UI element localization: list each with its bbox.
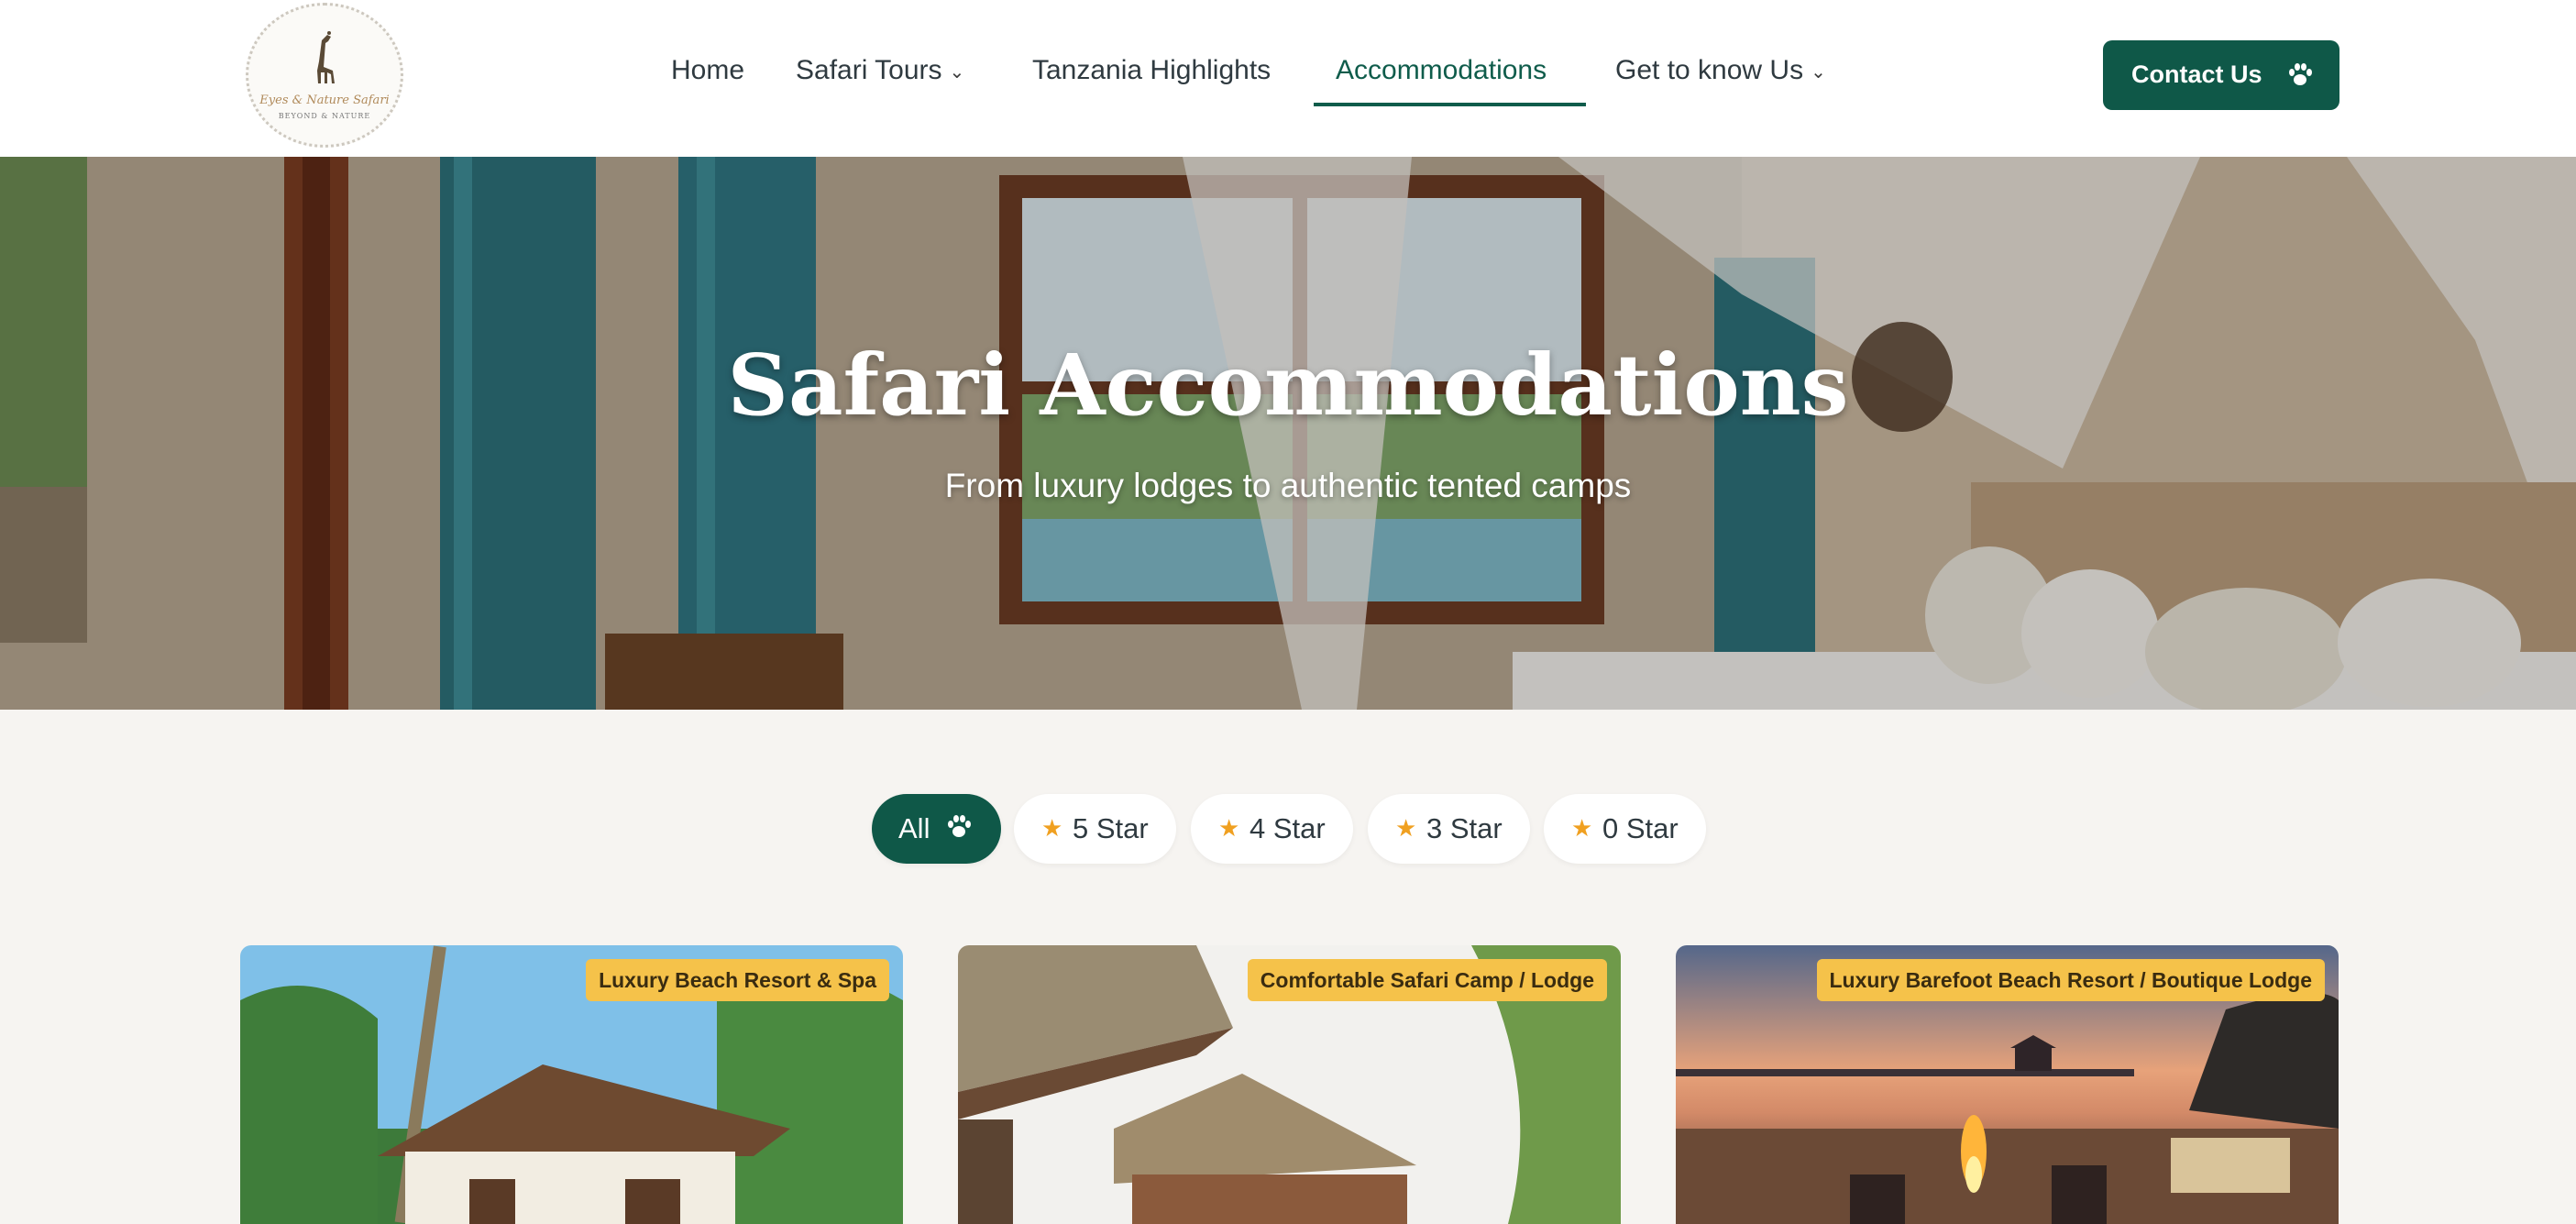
star-icon: ★ <box>1571 814 1593 842</box>
nav-home[interactable]: Home <box>671 55 744 86</box>
logo-tagline: BEYOND & NATURE <box>278 112 371 120</box>
chevron-down-icon: ⌄ <box>949 61 965 83</box>
filter-0-star-label: 0 Star <box>1602 812 1679 844</box>
site-header: Eyes & Nature Safari BEYOND & NATURE Hom… <box>0 0 2576 157</box>
filter-5-star-label: 5 Star <box>1073 812 1149 844</box>
nav-safari-tours[interactable]: Safari Tours ⌄ <box>796 55 964 86</box>
accommodation-card[interactable]: Luxury Beach Resort & Spa <box>240 945 903 1224</box>
filter-all-label: All <box>898 812 930 844</box>
nav-get-to-know-us[interactable]: Get to know Us ⌄ <box>1615 55 1826 86</box>
nav-tanzania-highlights[interactable]: Tanzania Highlights <box>1032 55 1271 86</box>
accommodation-type-badge: Luxury Barefoot Beach Resort / Boutique … <box>1816 959 2325 1001</box>
filter-5-star[interactable]: ★ 5 Star <box>1014 794 1176 864</box>
paw-icon <box>948 815 971 837</box>
nav-safari-tours-label: Safari Tours <box>796 55 942 85</box>
star-icon: ★ <box>1395 814 1417 842</box>
hero-banner: Safari Accommodations From luxury lodges… <box>0 157 2576 710</box>
nav-tanzania-highlights-label: Tanzania Highlights <box>1032 55 1271 85</box>
filter-0-star[interactable]: ★ 0 Star <box>1544 794 1706 864</box>
filter-3-star[interactable]: ★ 3 Star <box>1368 794 1530 864</box>
site-logo[interactable]: Eyes & Nature Safari BEYOND & NATURE <box>246 3 403 148</box>
paw-icon <box>2289 63 2312 85</box>
contact-us-button[interactable]: Contact Us <box>2103 40 2339 110</box>
filter-4-star[interactable]: ★ 4 Star <box>1191 794 1353 864</box>
accommodation-type-badge: Luxury Beach Resort & Spa <box>586 959 889 1001</box>
page-subtitle: From luxury lodges to authentic tented c… <box>944 467 1632 504</box>
accommodation-card[interactable]: Comfortable Safari Camp / Lodge <box>958 945 1621 1224</box>
giraffe-icon <box>317 31 335 83</box>
nav-accommodations[interactable]: Accommodations <box>1336 55 1547 86</box>
nav-accommodations-label: Accommodations <box>1336 55 1547 85</box>
filter-4-star-label: 4 Star <box>1249 812 1326 844</box>
page-title: Safari Accommodations <box>727 336 1849 435</box>
filter-all[interactable]: All <box>872 794 1001 864</box>
nav-get-to-know-us-label: Get to know Us <box>1615 55 1804 85</box>
accommodation-type-badge: Comfortable Safari Camp / Lodge <box>1247 959 1607 1001</box>
star-icon: ★ <box>1218 814 1240 842</box>
nav-home-label: Home <box>671 55 745 85</box>
star-icon: ★ <box>1041 814 1063 842</box>
accommodation-card[interactable]: Luxury Barefoot Beach Resort / Boutique … <box>1676 945 2339 1224</box>
filter-3-star-label: 3 Star <box>1426 812 1503 844</box>
contact-us-label: Contact Us <box>2131 61 2262 88</box>
chevron-down-icon: ⌄ <box>1811 61 1826 83</box>
active-nav-indicator <box>1314 103 1586 106</box>
logo-wordmark: Eyes & Nature Safari <box>259 94 390 107</box>
